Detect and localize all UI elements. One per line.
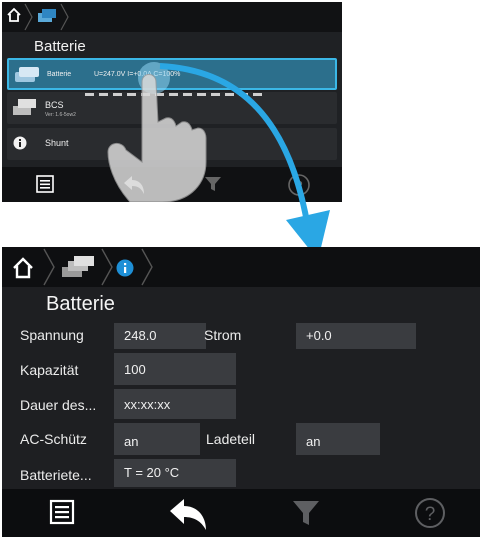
chevron-right-icon <box>101 248 113 286</box>
page-title: Batterie <box>34 38 86 55</box>
batterietemp-field[interactable]: T = 20 °C <box>114 459 236 487</box>
list-icon[interactable] <box>36 175 54 193</box>
list-item-label: Batterie <box>47 71 72 78</box>
strom-label: Strom <box>204 327 242 343</box>
dauer-label: Dauer des... <box>20 397 97 413</box>
chevron-right-icon <box>141 248 153 286</box>
strom-field[interactable]: +0.0 <box>296 323 416 349</box>
ac-schuetz-field[interactable]: an <box>114 423 200 455</box>
chevron-right-icon <box>60 3 69 31</box>
home-icon[interactable] <box>12 257 34 279</box>
bottom-toolbar: ? <box>2 489 480 537</box>
battery-icon <box>15 67 39 82</box>
list-item-detail: Ver: 1.6-5ow2 <box>45 112 76 118</box>
info-icon <box>13 136 27 150</box>
breadcrumb <box>2 2 342 32</box>
batterietemp-label: Batteriete... <box>20 467 92 483</box>
bottom-screen: Batterie Spannung 248.0 Strom +0.0 Kapaz… <box>2 247 480 537</box>
svg-text:?: ? <box>425 504 436 525</box>
filter-icon[interactable] <box>292 499 320 527</box>
back-icon[interactable] <box>168 497 208 531</box>
spannung-field[interactable]: 248.0 <box>114 323 206 349</box>
ladeteil-label: Ladeteil <box>206 431 256 447</box>
page-title: Batterie <box>46 293 115 315</box>
spannung-label: Spannung <box>20 327 84 343</box>
chevron-right-icon <box>43 248 55 286</box>
battery-icon <box>13 99 36 115</box>
battery-icon[interactable] <box>60 255 96 281</box>
list-item-label: BCS <box>45 100 64 110</box>
home-icon[interactable] <box>6 7 22 23</box>
chevron-right-icon <box>24 3 33 31</box>
battery-icon[interactable] <box>36 7 58 25</box>
ac-schuetz-label: AC-Schütz <box>20 431 87 447</box>
list-item-label: Shunt <box>45 138 69 148</box>
kapazitaet-field[interactable]: 100 <box>114 353 236 385</box>
breadcrumb <box>2 247 480 287</box>
dauer-field[interactable]: xx:xx:xx <box>114 389 236 419</box>
transition-arrow-icon <box>159 63 330 260</box>
help-icon[interactable]: ? <box>414 497 446 529</box>
ladeteil-field[interactable]: an <box>296 423 380 455</box>
info-icon[interactable] <box>116 259 134 277</box>
kapazitaet-label: Kapazität <box>20 362 79 378</box>
list-icon[interactable] <box>49 499 75 525</box>
